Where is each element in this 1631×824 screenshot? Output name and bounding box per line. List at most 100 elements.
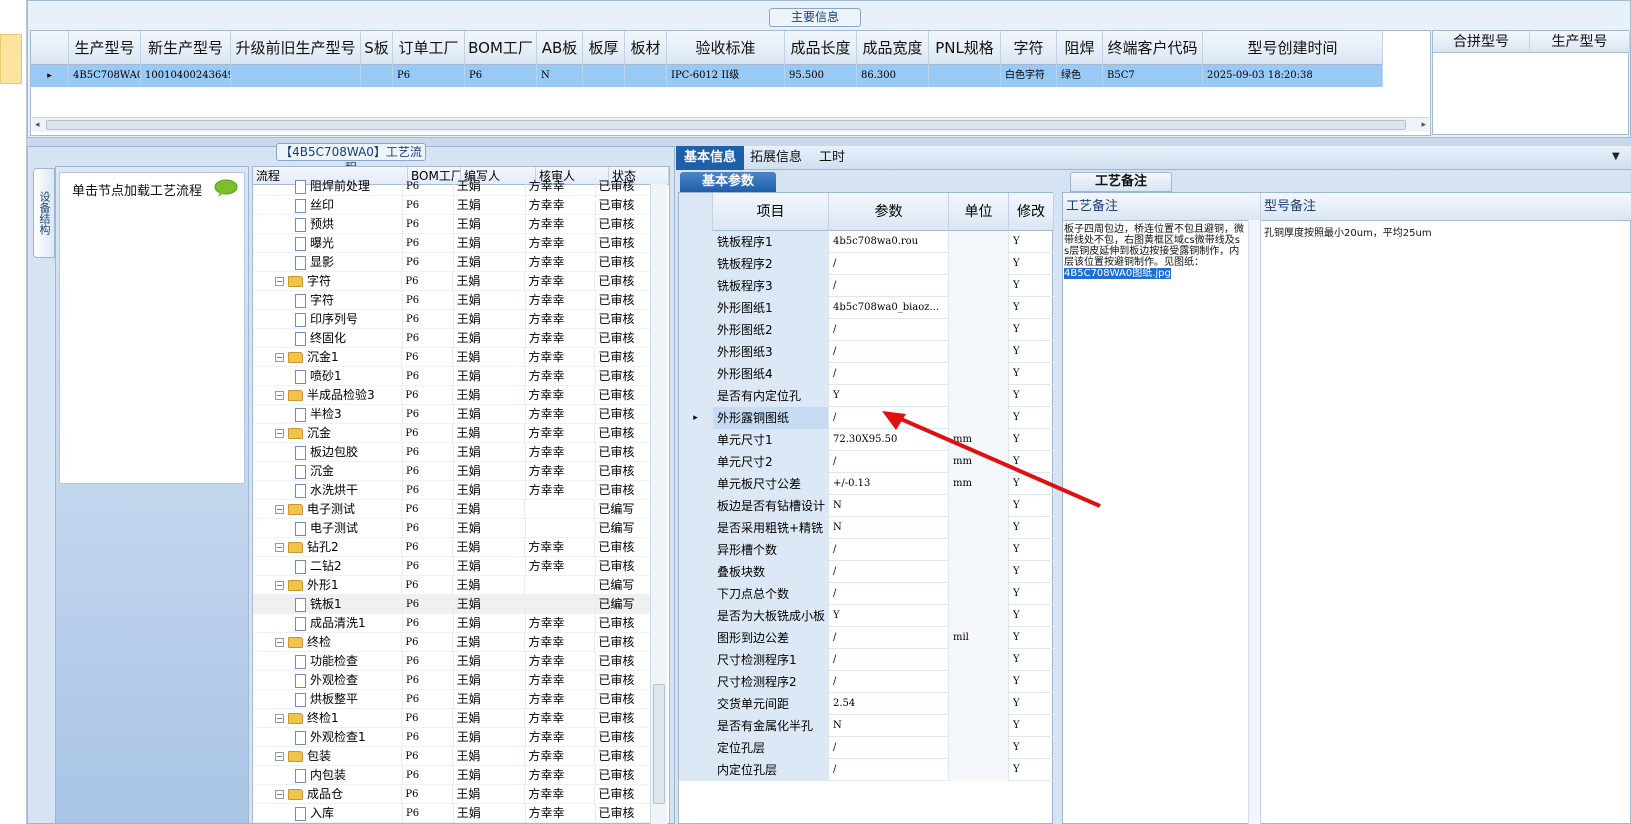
tree-node[interactable]: 成品清洗1 <box>253 614 403 633</box>
tree-row[interactable]: − 成品仓 P6 王娟 方幸幸 已审核 <box>253 785 653 804</box>
col-header[interactable]: 验收标准 <box>667 31 785 65</box>
tree-node[interactable]: 二钻2 <box>253 557 403 576</box>
tree-row[interactable]: 预烘 P6 王娟 方幸幸 已审核 <box>253 215 653 234</box>
side-tab-equipment[interactable]: 设备结构 <box>33 168 55 258</box>
col-header[interactable]: 成品长度 <box>785 31 857 65</box>
col-header[interactable]: 升级前旧生产型号 <box>231 31 361 65</box>
drawing-link[interactable]: 4B5C708WA0图纸.jpg <box>1064 268 1171 279</box>
collapse-icon[interactable]: − <box>275 277 284 286</box>
cell[interactable] <box>929 65 1001 87</box>
collapse-icon[interactable]: − <box>275 714 284 723</box>
tree-node[interactable]: 字符 <box>253 291 403 310</box>
collapse-icon[interactable]: − <box>275 429 284 438</box>
merge-model-grid[interactable]: 合拼型号 生产型号 <box>1432 30 1630 135</box>
tree-node[interactable]: − 电子测试 <box>253 500 403 519</box>
tree-node[interactable]: 入库 <box>253 804 403 823</box>
param-modify[interactable]: Y <box>1009 385 1054 407</box>
param-row[interactable]: 定位孔层 / Y <box>679 737 1054 759</box>
col-header[interactable]: 板材 <box>625 31 667 65</box>
param-row[interactable]: 铣板程序1 4b5c708wa0.rou Y <box>679 231 1054 253</box>
tree-node[interactable]: − 沉金1 <box>253 348 403 367</box>
param-modify[interactable]: Y <box>1009 759 1054 781</box>
merge-col-header[interactable]: 生产型号 <box>1530 31 1630 53</box>
tab-work-hours[interactable]: 工时 <box>811 146 853 170</box>
main-info-selected-row[interactable]: ▸ 4B5C708WA0 10010400243649 P6 P6 N IPC-6012 I… <box>31 65 1383 87</box>
cell[interactable]: 2025-09-03 18:20:38 <box>1203 65 1383 87</box>
param-value[interactable]: / <box>829 561 949 583</box>
param-col-header[interactable]: 参数 <box>829 193 949 231</box>
tree-node[interactable]: 喷砂1 <box>253 367 403 386</box>
param-row[interactable]: 叠板块数 / Y <box>679 561 1054 583</box>
param-modify[interactable]: Y <box>1009 231 1054 253</box>
tree-row[interactable]: − 钻孔2 P6 王娟 方幸幸 已审核 <box>253 538 653 557</box>
param-modify[interactable]: Y <box>1009 517 1054 539</box>
col-header[interactable]: S板 <box>361 31 393 65</box>
tree-node[interactable]: 印序列号 <box>253 310 403 329</box>
tree-row[interactable]: − 字符 P6 王娟 方幸幸 已审核 <box>253 272 653 291</box>
cell[interactable] <box>361 65 393 87</box>
tree-node[interactable]: 终固化 <box>253 329 403 348</box>
param-value[interactable]: / <box>829 363 949 385</box>
col-header[interactable]: 字符 <box>1001 31 1057 65</box>
tree-row[interactable]: 显影 P6 王娟 方幸幸 已审核 <box>253 253 653 272</box>
remark-scrollbar[interactable] <box>1248 220 1260 824</box>
tree-row[interactable]: 烘板整平 P6 王娟 方幸幸 已审核 <box>253 690 653 709</box>
tree-node[interactable]: − 终检1 <box>253 709 403 728</box>
col-header[interactable]: 阻焊 <box>1057 31 1103 65</box>
tree-row[interactable]: − 电子测试 P6 王娟 已编写 <box>253 500 653 519</box>
param-row[interactable]: 铣板程序2/ Y <box>679 253 1054 275</box>
process-flow-tree[interactable]: 流程 BOM工厂 编写人 核审人 状态 阻焊前处理 P6 王娟 方幸幸 已审核 丝印 P6 王娟 方幸幸… <box>252 166 670 824</box>
col-header[interactable]: 新生产型号 <box>141 31 231 65</box>
param-row[interactable]: 外形图纸3/ Y <box>679 341 1054 363</box>
param-row[interactable]: 内定位孔层 / Y <box>679 759 1054 781</box>
param-value[interactable]: / <box>829 737 949 759</box>
tree-node[interactable]: 显影 <box>253 253 403 272</box>
col-header[interactable]: AB板 <box>537 31 583 65</box>
param-value[interactable]: Y <box>829 605 949 627</box>
collapse-icon[interactable]: − <box>275 505 284 514</box>
tree-row[interactable]: − 沉金1 P6 王娟 方幸幸 已审核 <box>253 348 653 367</box>
scroll-right-icon[interactable]: ▸ <box>1421 120 1426 130</box>
collapse-icon[interactable]: − <box>275 638 284 647</box>
tree-row[interactable]: 内包装 P6 王娟 方幸幸 已审核 <box>253 766 653 785</box>
collapse-icon[interactable]: − <box>275 391 284 400</box>
tree-node[interactable]: − 沉金 <box>253 424 403 443</box>
tree-row[interactable]: 丝印 P6 王娟 方幸幸 已审核 <box>253 196 653 215</box>
cell[interactable]: B5C7 <box>1103 65 1203 87</box>
tree-node[interactable]: 铣板1 <box>253 595 403 614</box>
param-row[interactable]: 外形图纸1 4b5c708wa0_biaoz... Y <box>679 297 1054 319</box>
param-value[interactable]: / <box>829 319 949 341</box>
cell[interactable] <box>625 65 667 87</box>
tree-row[interactable]: 二钻2 P6 王娟 方幸幸 已审核 <box>253 557 653 576</box>
col-header[interactable]: PNL规格 <box>929 31 1001 65</box>
tree-row[interactable]: 外观检查 P6 王娟 方幸幸 已审核 <box>253 671 653 690</box>
main-info-hscrollbar[interactable]: ◂ ▸ <box>32 117 1429 132</box>
collapse-icon[interactable]: − <box>275 752 284 761</box>
param-col-header[interactable]: 项目 <box>713 193 829 231</box>
tree-row[interactable]: 喷砂1 P6 王娟 方幸幸 已审核 <box>253 367 653 386</box>
cell[interactable]: IPC-6012 II级 <box>667 65 785 87</box>
tree-node[interactable]: − 成品仓 <box>253 785 403 804</box>
cell[interactable] <box>583 65 625 87</box>
tree-node[interactable]: 板边包胶 <box>253 443 403 462</box>
col-header[interactable]: 终端客户代码 <box>1103 31 1203 65</box>
tree-row[interactable]: − 外形1 P6 王娟 已编写 <box>253 576 653 595</box>
tree-row[interactable]: 铣板1 P6 王娟 已编写 <box>253 595 653 614</box>
tree-node[interactable]: 外观检查 <box>253 671 403 690</box>
param-row[interactable]: 下刀点总个数 / Y <box>679 583 1054 605</box>
tree-node[interactable]: 烘板整平 <box>253 690 403 709</box>
tree-node[interactable]: 内包装 <box>253 766 403 785</box>
cell[interactable]: 绿色 <box>1057 65 1103 87</box>
tree-node[interactable]: 半检3 <box>253 405 403 424</box>
tab-basic-info[interactable]: 基本信息 <box>676 146 745 170</box>
param-row[interactable]: 外形图纸2/ Y <box>679 319 1054 341</box>
tree-row[interactable]: − 半成品检验3 P6 王娟 方幸幸 已审核 <box>253 386 653 405</box>
param-modify[interactable]: Y <box>1009 605 1054 627</box>
param-modify[interactable]: Y <box>1009 561 1054 583</box>
tree-node[interactable]: 阻焊前处理 <box>253 177 403 196</box>
param-modify[interactable]: Y <box>1009 363 1054 385</box>
tree-row[interactable]: 阻焊前处理 P6 王娟 方幸幸 已审核 <box>253 177 653 196</box>
param-value[interactable]: / <box>829 627 949 649</box>
param-value[interactable]: / <box>829 275 949 297</box>
collapse-icon[interactable]: − <box>275 353 284 362</box>
